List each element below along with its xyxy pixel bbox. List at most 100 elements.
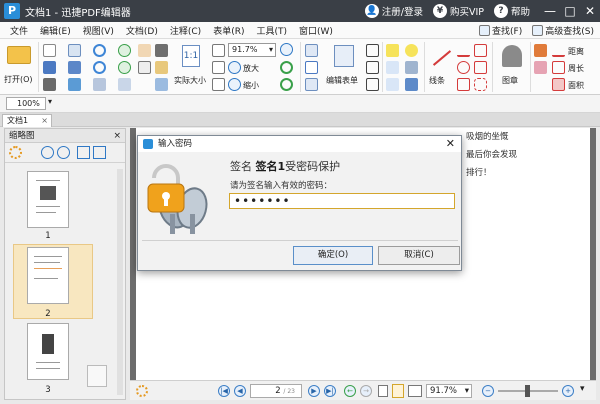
gear-icon[interactable] — [136, 385, 148, 397]
line-button[interactable]: 线条 — [427, 43, 453, 91]
rotate-left-icon[interactable] — [77, 146, 90, 159]
undo-icon[interactable] — [93, 44, 106, 57]
thumbnail-page-3[interactable] — [27, 323, 69, 380]
menu-view[interactable]: 视图(V) — [77, 24, 120, 37]
menu-window[interactable]: 窗口(W) — [293, 24, 339, 37]
text-field-icon[interactable] — [305, 44, 318, 57]
list-box-icon[interactable] — [305, 78, 318, 91]
edit-form-button[interactable]: 编辑表单 — [326, 43, 364, 91]
chevron-down-icon[interactable]: ▾ — [580, 384, 585, 394]
next-page-button[interactable]: ▶ — [308, 385, 320, 397]
actual-size-button[interactable]: 1:1 实际大小 — [174, 43, 208, 91]
buy-vip-link[interactable]: ¥ 购买VIP — [432, 4, 484, 18]
thumbnail-page-1[interactable] — [27, 171, 69, 228]
hand-icon[interactable] — [138, 44, 151, 57]
menu-edit[interactable]: 编辑(E) — [34, 24, 77, 37]
fit-page-icon[interactable] — [212, 44, 225, 57]
zoom-in-label[interactable]: 放大 — [243, 63, 259, 74]
text-frame-icon[interactable] — [366, 61, 379, 74]
attach-icon[interactable] — [405, 61, 418, 74]
rotate-icon[interactable] — [280, 61, 293, 74]
scan-icon[interactable] — [68, 61, 81, 74]
single-page-icon[interactable] — [378, 385, 388, 397]
polygon-icon[interactable] — [474, 44, 487, 57]
zoom-out-icon[interactable] — [57, 146, 70, 159]
maximize-button[interactable]: □ — [560, 0, 580, 22]
cancel-button[interactable]: 取消(C) — [378, 246, 460, 265]
status-zoom-select[interactable]: 91.7% ▾ — [426, 384, 472, 398]
back-view-button[interactable]: ← — [344, 385, 356, 397]
distance-label[interactable]: 距离 — [568, 46, 584, 57]
tab-close-icon[interactable]: × — [41, 115, 48, 127]
stamp-button[interactable]: 图章 — [496, 43, 528, 91]
login-link[interactable]: 👤 注册/登录 — [364, 4, 423, 18]
arrow-icon[interactable] — [457, 44, 470, 57]
prev-page-button[interactable]: ◀ — [234, 385, 246, 397]
zoom-in-button[interactable]: + — [562, 385, 574, 397]
distance-icon[interactable] — [552, 44, 565, 57]
text-box-icon[interactable] — [366, 44, 379, 57]
open-button[interactable]: 打开(O) — [4, 42, 34, 90]
menu-tools[interactable]: 工具(T) — [250, 24, 293, 37]
advanced-search-button[interactable]: 高级查找(S) — [532, 24, 594, 37]
thumbnail-page-2[interactable] — [27, 247, 69, 304]
zoom-out-button-icon[interactable] — [228, 78, 241, 91]
strikeout-icon[interactable] — [386, 78, 399, 91]
zoom-slider-handle[interactable] — [525, 385, 530, 397]
zoom-in-icon[interactable] — [41, 146, 54, 159]
zoom-out-icon[interactable] — [212, 61, 225, 74]
export-icon[interactable] — [68, 78, 81, 91]
ok-button[interactable]: 确定(O) — [293, 246, 373, 265]
save-icon[interactable] — [43, 61, 56, 74]
paste-icon[interactable] — [155, 61, 168, 74]
forward-view-button[interactable]: → — [360, 385, 372, 397]
area-icon[interactable] — [552, 78, 565, 91]
forward-icon[interactable] — [118, 61, 131, 74]
redo-icon[interactable] — [93, 61, 106, 74]
typewriter-icon[interactable] — [366, 78, 379, 91]
tab-document[interactable]: 文档1 × — [2, 114, 52, 127]
perimeter-label[interactable]: 周长 — [568, 63, 584, 74]
rectangle-icon[interactable] — [457, 78, 470, 91]
zoom-in-icon[interactable] — [280, 43, 293, 56]
rotate-back-icon[interactable] — [280, 78, 293, 91]
perimeter-icon[interactable] — [552, 61, 565, 74]
checkbox-icon[interactable] — [305, 61, 318, 74]
dialog-close-button[interactable]: ✕ — [446, 136, 455, 152]
cloud-icon[interactable] — [474, 78, 487, 91]
continuous-page-icon[interactable] — [392, 384, 404, 398]
copy-icon[interactable] — [118, 78, 131, 91]
pentagon-icon[interactable] — [474, 61, 487, 74]
print-icon[interactable] — [43, 78, 56, 91]
pencil-icon[interactable] — [534, 44, 547, 57]
snapshot-icon[interactable] — [155, 44, 168, 57]
two-page-icon[interactable] — [408, 385, 422, 397]
eraser-icon[interactable] — [534, 61, 547, 74]
underline-icon[interactable] — [386, 61, 399, 74]
zoom-select[interactable]: 91.7% ▾ — [228, 43, 276, 57]
password-field[interactable]: ••••••• — [229, 193, 455, 209]
cut-icon[interactable] — [93, 78, 106, 91]
menu-form[interactable]: 表单(R) — [207, 24, 250, 37]
new-icon[interactable] — [43, 44, 56, 57]
search-button[interactable]: 查找(F) — [479, 24, 522, 37]
email-icon[interactable] — [68, 44, 81, 57]
select-icon[interactable] — [138, 61, 151, 74]
rotate-right-icon[interactable] — [93, 146, 106, 159]
back-icon[interactable] — [118, 44, 131, 57]
minimize-button[interactable]: — — [540, 0, 560, 22]
crop-icon[interactable] — [155, 78, 168, 91]
first-page-button[interactable]: |◀ — [218, 385, 230, 397]
thumbnail-close-icon[interactable]: × — [113, 129, 121, 143]
menu-comment[interactable]: 注释(C) — [164, 24, 207, 37]
chevron-down-icon[interactable]: ▾ — [48, 97, 52, 106]
help-link[interactable]: ? 帮助 — [493, 4, 530, 18]
zoom-out-button[interactable]: − — [482, 385, 494, 397]
highlight-text-icon[interactable] — [386, 44, 399, 57]
zoom-in-button-icon[interactable] — [228, 61, 241, 74]
fit-width-icon[interactable] — [212, 78, 225, 91]
close-button[interactable]: ✕ — [580, 0, 600, 22]
area-label[interactable]: 面积 — [568, 80, 584, 91]
zoom-out-label[interactable]: 缩小 — [243, 80, 259, 91]
page-number-input[interactable]: 2 / 23 — [250, 384, 302, 398]
